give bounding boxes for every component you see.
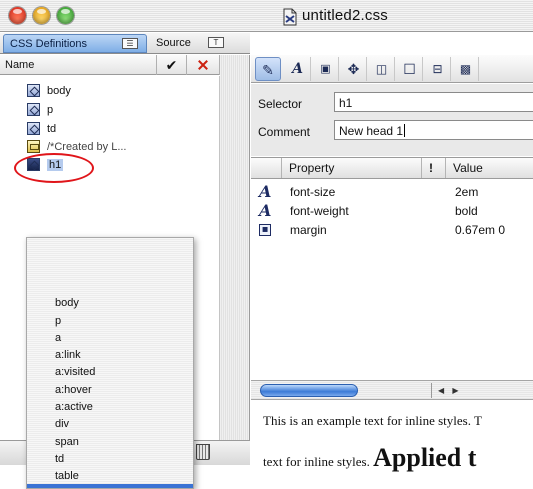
- list-icon[interactable]: ⊟: [425, 57, 451, 81]
- name-column-header[interactable]: Name: [5, 59, 34, 71]
- property-name: font-size: [290, 185, 336, 199]
- preview-heading-text: Applied t: [373, 443, 477, 472]
- tab-css-definitions-label: CSS Definitions: [10, 38, 88, 50]
- font-icon[interactable]: A: [285, 57, 311, 81]
- panel-splitter[interactable]: [220, 55, 250, 440]
- selector-value: h1: [339, 96, 353, 110]
- table-row[interactable]: ▪ margin 0.67em 0: [251, 222, 533, 240]
- panel-tabbar: CSS Definitions ☰ Source T: [0, 33, 250, 54]
- scroll-thumb[interactable]: [260, 384, 358, 397]
- red-x-icon[interactable]: [186, 55, 220, 75]
- rule-label: p: [47, 104, 54, 116]
- tab-source[interactable]: Source T: [150, 34, 236, 53]
- edit-pen-icon[interactable]: ✎: [255, 57, 281, 81]
- comment-field[interactable]: New head 1: [334, 120, 533, 140]
- tab-css-definitions[interactable]: CSS Definitions ☰: [3, 34, 147, 53]
- preview-small-text: text for inline styles.: [263, 454, 374, 469]
- selector-field[interactable]: h1: [334, 92, 533, 112]
- rule-form: Selector h1 Comment New head 1: [251, 84, 533, 156]
- preview-line-2: text for inline styles. Applied t: [263, 443, 476, 473]
- annotation-circle: [14, 153, 94, 183]
- list-item[interactable]: td: [27, 122, 56, 136]
- property-value: bold: [455, 204, 478, 218]
- list-item[interactable]: body: [27, 84, 71, 98]
- menu-item[interactable]: a: [55, 330, 61, 347]
- scroll-arrows-icon[interactable]: ◀ ▶: [431, 383, 475, 398]
- text-view-icon: T: [208, 37, 224, 48]
- menu-item[interactable]: span: [55, 434, 79, 451]
- background-icon[interactable]: ▣: [313, 57, 339, 81]
- selector-label: Selector: [258, 97, 303, 111]
- menu-highlight-edge: [27, 484, 193, 488]
- list-item[interactable]: /*Created by L...: [27, 140, 127, 154]
- property-value: 0.67em 0: [455, 223, 506, 237]
- pattern-icon[interactable]: ▩: [453, 57, 479, 81]
- font-icon: A: [259, 182, 272, 201]
- trash-icon[interactable]: [196, 444, 210, 460]
- comment-icon: [27, 140, 40, 153]
- font-icon: A: [259, 201, 272, 220]
- close-window-button[interactable]: [9, 7, 26, 24]
- menu-item[interactable]: table: [55, 468, 79, 485]
- rule-list-header: Name ✔: [0, 55, 250, 75]
- rule-label: body: [47, 85, 71, 97]
- rule-label: td: [47, 123, 57, 135]
- zoom-window-button[interactable]: [57, 7, 74, 24]
- menu-item[interactable]: td: [55, 451, 64, 468]
- menu-item[interactable]: body: [55, 295, 79, 312]
- table-row[interactable]: A font-weight bold: [251, 203, 533, 221]
- menu-item[interactable]: div: [55, 416, 69, 433]
- property-table: A font-size 2em A font-weight bold ▪ mar…: [251, 180, 533, 380]
- comment-value: New head 1: [339, 124, 404, 138]
- table-row[interactable]: A font-size 2em: [251, 184, 533, 202]
- style-preview: This is an example text for inline style…: [251, 401, 533, 489]
- menu-item[interactable]: a:hover: [55, 382, 92, 399]
- value-column-header[interactable]: Value: [445, 158, 533, 178]
- important-column-header[interactable]: !: [421, 158, 445, 178]
- list-item[interactable]: p: [27, 103, 53, 117]
- selector-icon: [27, 103, 40, 116]
- rule-label: /*Created by L...: [47, 141, 127, 153]
- comment-label: Comment: [258, 125, 311, 139]
- selector-icon: [27, 84, 40, 97]
- box-icon: ▪: [259, 224, 271, 236]
- menu-item[interactable]: a:visited: [55, 364, 95, 381]
- tab-source-label: Source: [156, 37, 191, 49]
- horizontal-scrollbar[interactable]: ◀ ▶: [251, 380, 533, 400]
- preview-line-1: This is an example text for inline style…: [263, 413, 482, 428]
- selector-popup-menu: body p a a:link a:visited a:hover a:acti…: [26, 237, 194, 489]
- list-view-icon: ☰: [122, 38, 138, 49]
- property-name: margin: [290, 223, 327, 237]
- window-title: untitled2.css: [302, 7, 388, 24]
- property-column-header[interactable]: Property: [281, 158, 421, 178]
- property-table-header: Property ! Value: [251, 157, 533, 179]
- position-icon[interactable]: ✥: [341, 57, 367, 81]
- property-name: font-weight: [290, 204, 349, 218]
- window-titlebar: untitled2.css: [0, 0, 533, 32]
- box-icon[interactable]: ◫: [369, 57, 395, 81]
- minimize-window-button[interactable]: [33, 7, 50, 24]
- border-icon[interactable]: ☐: [397, 57, 423, 81]
- menu-item[interactable]: a:link: [55, 347, 81, 364]
- selector-icon: [27, 122, 40, 135]
- checkmark-icon[interactable]: ✔: [156, 55, 186, 75]
- text-caret: [404, 124, 406, 137]
- property-value: 2em: [455, 185, 479, 199]
- icon-column-header[interactable]: [251, 158, 281, 178]
- menu-item[interactable]: p: [55, 313, 61, 330]
- menu-item[interactable]: a:active: [55, 399, 93, 416]
- property-category-toolbar: ✎ A ▣ ✥ ◫ ☐ ⊟ ▩: [251, 55, 533, 83]
- css-document-icon: [283, 8, 297, 26]
